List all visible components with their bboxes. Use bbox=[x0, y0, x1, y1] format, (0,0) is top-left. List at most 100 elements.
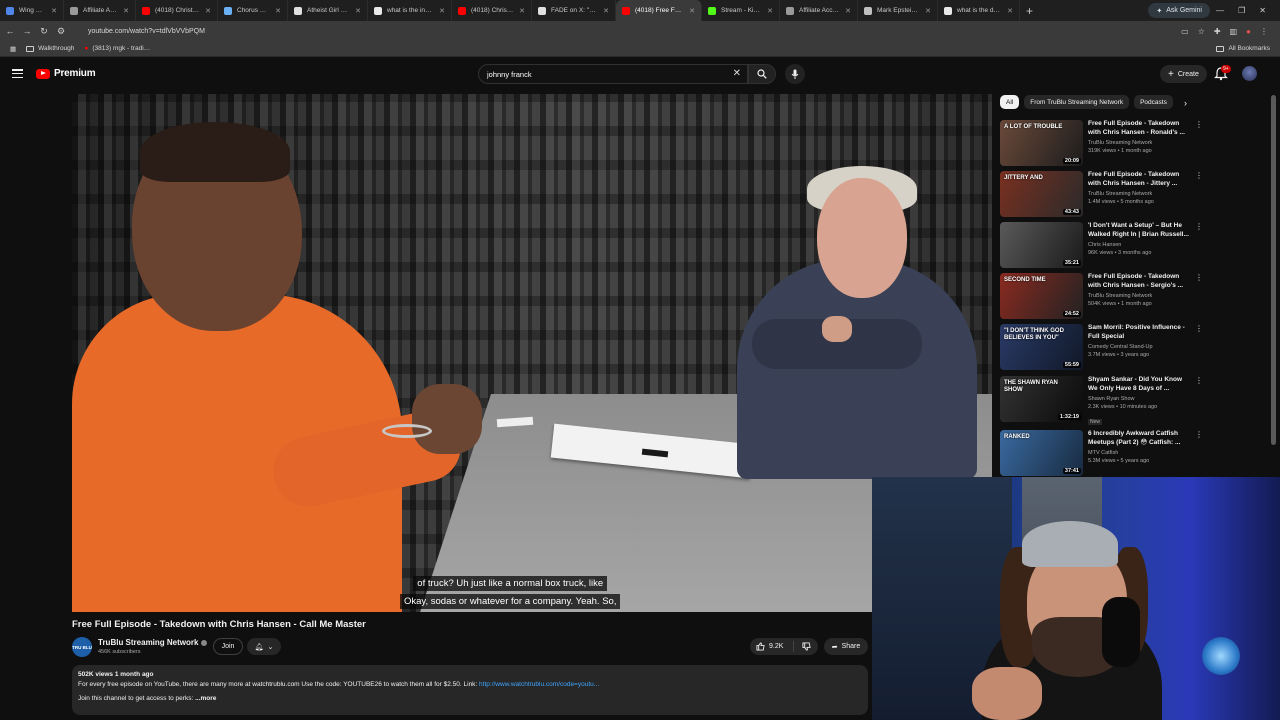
video-thumbnail[interactable]: THE SHAWN RYAN SHOW 1:32:19 bbox=[1000, 376, 1083, 422]
search-input[interactable]: johnny franck ✕ bbox=[478, 64, 748, 84]
maximize-icon[interactable]: ❐ bbox=[1238, 6, 1245, 15]
chip-from-channel[interactable]: From TruBlu Streaming Network bbox=[1024, 95, 1130, 109]
recommended-video[interactable]: A LOT OF TROUBLE 20:09 Free Full Episode -… bbox=[1000, 120, 1203, 168]
split-view-icon[interactable]: ▥ bbox=[1230, 27, 1238, 36]
recommended-channel: TruBlu Streaming Network bbox=[1088, 140, 1153, 146]
profile-icon[interactable]: ● bbox=[1246, 27, 1251, 36]
browser-tab[interactable]: Chorus Encore✕ bbox=[218, 0, 288, 21]
close-tab-icon[interactable]: ✕ bbox=[925, 7, 931, 15]
back-icon[interactable]: ← bbox=[3, 26, 17, 36]
voice-search-button[interactable] bbox=[785, 64, 805, 84]
recommended-video[interactable]: THE SHAWN RYAN SHOW 1:32:19 Shyam Sankar -… bbox=[1000, 376, 1203, 425]
closed-captions: of truck? Uh just like a normal box truc… bbox=[400, 573, 621, 609]
cast-icon[interactable]: ▭ bbox=[1181, 27, 1189, 36]
new-tab-icon[interactable]: + bbox=[1020, 4, 1039, 18]
close-tab-icon[interactable]: ✕ bbox=[845, 7, 851, 15]
video-thumbnail[interactable]: "I DON'T THINK GOD BELIEVES IN YOU" 55:59 bbox=[1000, 324, 1083, 370]
browser-tab[interactable]: what is the doctrin…✕ bbox=[938, 0, 1020, 21]
recommended-channel: TruBlu Streaming Network bbox=[1088, 191, 1153, 197]
create-button[interactable]: + Create bbox=[1160, 65, 1207, 83]
close-tab-icon[interactable]: ✕ bbox=[519, 7, 525, 15]
recommended-video[interactable]: "I DON'T THINK GOD BELIEVES IN YOU" 55:59… bbox=[1000, 324, 1203, 372]
more-options-icon[interactable]: ⋮ bbox=[1195, 171, 1203, 180]
video-thumbnail[interactable]: JITTERY AND 43:43 bbox=[1000, 171, 1083, 217]
menu-hamburger-icon[interactable] bbox=[12, 69, 23, 78]
show-more-link[interactable]: ...more bbox=[195, 695, 216, 702]
close-tab-icon[interactable]: ✕ bbox=[355, 7, 361, 15]
browser-tab[interactable]: Affiliate Account✕ bbox=[780, 0, 858, 21]
browser-tab[interactable]: Stream - Kick Das…✕ bbox=[702, 0, 780, 21]
more-options-icon[interactable]: ⋮ bbox=[1195, 430, 1203, 439]
menu-icon[interactable]: ⋮ bbox=[1260, 27, 1268, 36]
recommended-title: Sam Morril: Positive Influence - Full Sp… bbox=[1088, 324, 1185, 340]
subscription-bell-button[interactable]: 🔔︎ ⌄ bbox=[247, 638, 281, 655]
youtube-premium-logo[interactable]: Premium bbox=[36, 68, 96, 79]
bookmark-mgk[interactable]: ● (3813) mgk - tradi… bbox=[84, 45, 150, 52]
close-tab-icon[interactable]: ✕ bbox=[123, 7, 129, 15]
recommended-video[interactable]: 35:21 'I Don't Want a Setup' – But He Wal… bbox=[1000, 222, 1203, 270]
clear-search-icon[interactable]: ✕ bbox=[733, 68, 741, 79]
more-options-icon[interactable]: ⋮ bbox=[1195, 324, 1203, 333]
search-button[interactable] bbox=[748, 64, 776, 84]
share-button[interactable]: ➦ Share bbox=[824, 638, 868, 655]
chip-all[interactable]: All bbox=[1000, 95, 1020, 109]
recommended-video[interactable]: SECOND TIME 24:52 Free Full Episode - Take… bbox=[1000, 273, 1203, 321]
browser-tab[interactable]: what is the inbre…✕ bbox=[368, 0, 452, 21]
like-button[interactable]: 9.2K bbox=[750, 641, 794, 652]
verified-icon bbox=[201, 639, 208, 646]
more-options-icon[interactable]: ⋮ bbox=[1195, 273, 1203, 282]
account-avatar[interactable] bbox=[1242, 66, 1257, 81]
channel-name[interactable]: TruBlu Streaming Network bbox=[98, 638, 208, 647]
bookmark-walkthrough[interactable]: Walkthrough bbox=[26, 45, 74, 52]
browser-tab[interactable]: Wing Strikes Pala…✕ bbox=[0, 0, 64, 21]
video-thumbnail[interactable]: 35:21 bbox=[1000, 222, 1083, 268]
join-button[interactable]: Join bbox=[213, 638, 243, 655]
close-tab-icon[interactable]: ✕ bbox=[603, 7, 609, 15]
address-bar[interactable]: youtube.com/watch?v=tdlVbVVbPQM bbox=[78, 24, 1181, 38]
video-player[interactable]: of truck? Uh just like a normal box truc… bbox=[72, 94, 992, 612]
tab-favicon-icon bbox=[622, 6, 630, 15]
description-link[interactable]: http://www.watchtrublu.com/code=youtu... bbox=[479, 681, 599, 688]
browser-tab[interactable]: Atheist Girl on X…✕ bbox=[288, 0, 368, 21]
video-thumbnail[interactable]: A LOT OF TROUBLE 20:09 bbox=[1000, 120, 1083, 166]
channel-avatar[interactable]: TRU BLU bbox=[72, 637, 92, 657]
browser-tab[interactable]: Affiliate Account✕ bbox=[64, 0, 136, 21]
video-thumbnail[interactable]: SECOND TIME 24:52 bbox=[1000, 273, 1083, 319]
recommended-video[interactable]: RANKED 37:41 6 Incredibly Awkward Catfish … bbox=[1000, 430, 1203, 478]
bookmark-star-icon[interactable]: ☆ bbox=[1198, 27, 1205, 36]
close-tab-icon[interactable]: ✕ bbox=[275, 7, 281, 15]
close-tab-icon[interactable]: ✕ bbox=[767, 7, 773, 15]
recommended-channel: TruBlu Streaming Network bbox=[1088, 293, 1153, 299]
ask-gemini-button[interactable]: ✦ Ask Gemini bbox=[1148, 3, 1210, 18]
reload-icon[interactable]: ↻ bbox=[37, 26, 51, 37]
close-tab-icon[interactable]: ✕ bbox=[205, 7, 211, 15]
apps-icon[interactable]: ▦ bbox=[10, 45, 16, 53]
recommended-video[interactable]: JITTERY AND 43:43 Free Full Episode - Take… bbox=[1000, 171, 1203, 219]
browser-tab[interactable]: (4018) Christians…✕ bbox=[452, 0, 532, 21]
more-options-icon[interactable]: ⋮ bbox=[1195, 120, 1203, 129]
minimize-icon[interactable]: — bbox=[1216, 6, 1224, 15]
close-window-icon[interactable]: ✕ bbox=[1259, 6, 1266, 15]
close-tab-icon[interactable]: ✕ bbox=[1007, 7, 1013, 15]
tab-favicon-icon bbox=[538, 6, 546, 15]
forward-icon[interactable]: → bbox=[20, 26, 34, 36]
sidebar-scrollbar[interactable] bbox=[1271, 95, 1276, 445]
chevron-right-icon[interactable]: › bbox=[1184, 98, 1187, 108]
site-info-icon[interactable]: ⚙ bbox=[54, 26, 68, 37]
thumbnail-text: SECOND TIME bbox=[1004, 277, 1046, 283]
browser-tab[interactable]: (4018) Christian v…✕ bbox=[136, 0, 218, 21]
extensions-icon[interactable]: ✚ bbox=[1214, 27, 1221, 36]
dislike-button[interactable] bbox=[794, 642, 818, 651]
close-tab-icon[interactable]: ✕ bbox=[689, 7, 695, 15]
description-box[interactable]: 502K views 1 month ago For every free ep… bbox=[72, 665, 868, 715]
browser-tab[interactable]: FADE on X: "Bud…✕ bbox=[532, 0, 616, 21]
all-bookmarks-button[interactable]: All Bookmarks bbox=[1216, 45, 1270, 52]
browser-tab[interactable]: Mark Epstein — L…✕ bbox=[858, 0, 938, 21]
more-options-icon[interactable]: ⋮ bbox=[1195, 376, 1203, 385]
more-options-icon[interactable]: ⋮ bbox=[1195, 222, 1203, 231]
video-thumbnail[interactable]: RANKED 37:41 bbox=[1000, 430, 1083, 476]
close-tab-icon[interactable]: ✕ bbox=[439, 7, 445, 15]
chip-podcasts[interactable]: Podcasts bbox=[1134, 95, 1173, 109]
browser-tab[interactable]: (4018) Free Fu… ✕ bbox=[616, 0, 702, 21]
close-tab-icon[interactable]: ✕ bbox=[51, 7, 57, 15]
